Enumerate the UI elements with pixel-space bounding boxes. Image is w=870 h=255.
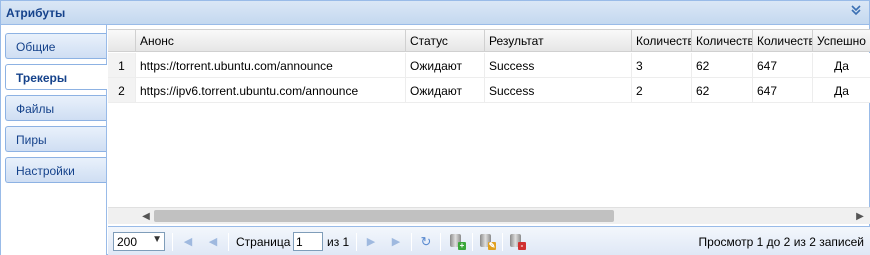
horizontal-scrollbar[interactable]: ◀ ▶ <box>108 207 870 224</box>
tab-label: Файлы <box>16 102 55 116</box>
cell-announce: https://torrent.ubuntu.com/announce <box>136 53 406 77</box>
prev-page-icon[interactable]: ◀ <box>205 234 221 250</box>
page-label: Страница <box>236 235 291 249</box>
tab-label: Настройки <box>16 164 75 178</box>
cell-count-1: 2 <box>632 78 692 102</box>
tab-bar: Общие Трекеры Файлы Пиры Настройки <box>1 25 107 255</box>
double-chevron-down-icon[interactable] <box>848 4 864 20</box>
cell-success: Да <box>834 59 849 73</box>
chevron-down-icon: ▼ <box>152 234 162 245</box>
page-size-value: 200 <box>117 235 138 249</box>
toolbar-separator <box>472 233 473 251</box>
table-row[interactable]: 1 https://torrent.ubuntu.com/announce Ож… <box>108 53 870 78</box>
first-page-icon[interactable]: ◀​ <box>180 234 196 250</box>
cell-status: Ожидают <box>406 78 485 102</box>
scroll-right-icon[interactable]: ▶ <box>852 209 868 224</box>
row-number: 2 <box>108 78 136 102</box>
cell-success: Да <box>834 84 849 98</box>
tab-trackers[interactable]: Трекеры <box>5 64 107 90</box>
page-number-input[interactable]: 1 <box>293 232 323 251</box>
cell-count-3: 647 <box>753 53 813 77</box>
column-header-count-3[interactable]: Количестве <box>753 30 813 51</box>
cell-count-2: 62 <box>692 78 753 102</box>
tab-files[interactable]: Файлы <box>5 95 106 121</box>
add-tracker-icon[interactable]: + <box>450 234 466 250</box>
records-summary: Просмотр 1 до 2 из 2 записей <box>698 235 864 249</box>
page-number-value: 1 <box>296 235 303 249</box>
next-page-icon[interactable]: ▶ <box>363 234 379 250</box>
cell-status: Ожидают <box>406 53 485 77</box>
column-header-count-2[interactable]: Количестве <box>692 30 753 51</box>
toolbar-separator <box>172 233 173 251</box>
scroll-left-icon[interactable]: ◀ <box>138 209 154 224</box>
last-page-icon[interactable]: ▶​ <box>388 234 404 250</box>
cell-count-3: 647 <box>753 78 813 102</box>
cell-announce: https://ipv6.torrent.ubuntu.com/announce <box>136 78 406 102</box>
edit-tracker-icon[interactable]: ✎ <box>480 234 496 250</box>
toolbar-separator <box>411 233 412 251</box>
attributes-panel: Атрибуты Общие Трекеры Файлы Пиры Настро… <box>0 0 870 255</box>
trackers-grid: Анонс Статус Результат Количестве Количе… <box>108 25 870 225</box>
toolbar-separator <box>356 233 357 251</box>
tab-general[interactable]: Общие <box>5 33 106 59</box>
column-header-rownum <box>108 30 136 51</box>
toolbar-separator <box>502 233 503 251</box>
tab-label: Пиры <box>16 133 47 147</box>
column-header-success[interactable]: Успешно <box>813 30 870 51</box>
panel-title: Атрибуты <box>6 6 66 20</box>
grid-header: Анонс Статус Результат Количестве Количе… <box>108 29 870 52</box>
delete-tracker-icon[interactable]: - <box>510 234 526 250</box>
tab-label: Трекеры <box>16 71 68 85</box>
cell-result: Success <box>485 78 632 102</box>
table-row[interactable]: 2 https://ipv6.torrent.ubuntu.com/announ… <box>108 78 870 103</box>
page-size-select[interactable]: 200 ▼ <box>113 232 165 251</box>
column-header-result[interactable]: Результат <box>485 30 632 51</box>
tab-peers[interactable]: Пиры <box>5 126 106 152</box>
column-header-count-1[interactable]: Количестве <box>632 30 692 51</box>
column-header-announce[interactable]: Анонс <box>136 30 406 51</box>
column-header-status[interactable]: Статус <box>406 30 485 51</box>
tab-settings[interactable]: Настройки <box>5 157 106 183</box>
cell-count-1: 3 <box>632 53 692 77</box>
cell-result: Success <box>485 53 632 77</box>
cell-count-2: 62 <box>692 53 753 77</box>
refresh-icon[interactable]: ↻ <box>418 234 434 250</box>
tab-label: Общие <box>16 40 56 54</box>
pagination-toolbar: 200 ▼ ◀​ ◀ Страница 1 из 1 ▶ ▶​ ↻ + ✎ - … <box>108 226 870 255</box>
toolbar-separator <box>228 233 229 251</box>
page-of-label: из 1 <box>327 235 350 249</box>
toolbar-separator <box>440 233 441 251</box>
scrollbar-thumb[interactable] <box>154 210 614 222</box>
panel-header: Атрибуты <box>1 1 869 25</box>
row-number: 1 <box>108 53 136 77</box>
